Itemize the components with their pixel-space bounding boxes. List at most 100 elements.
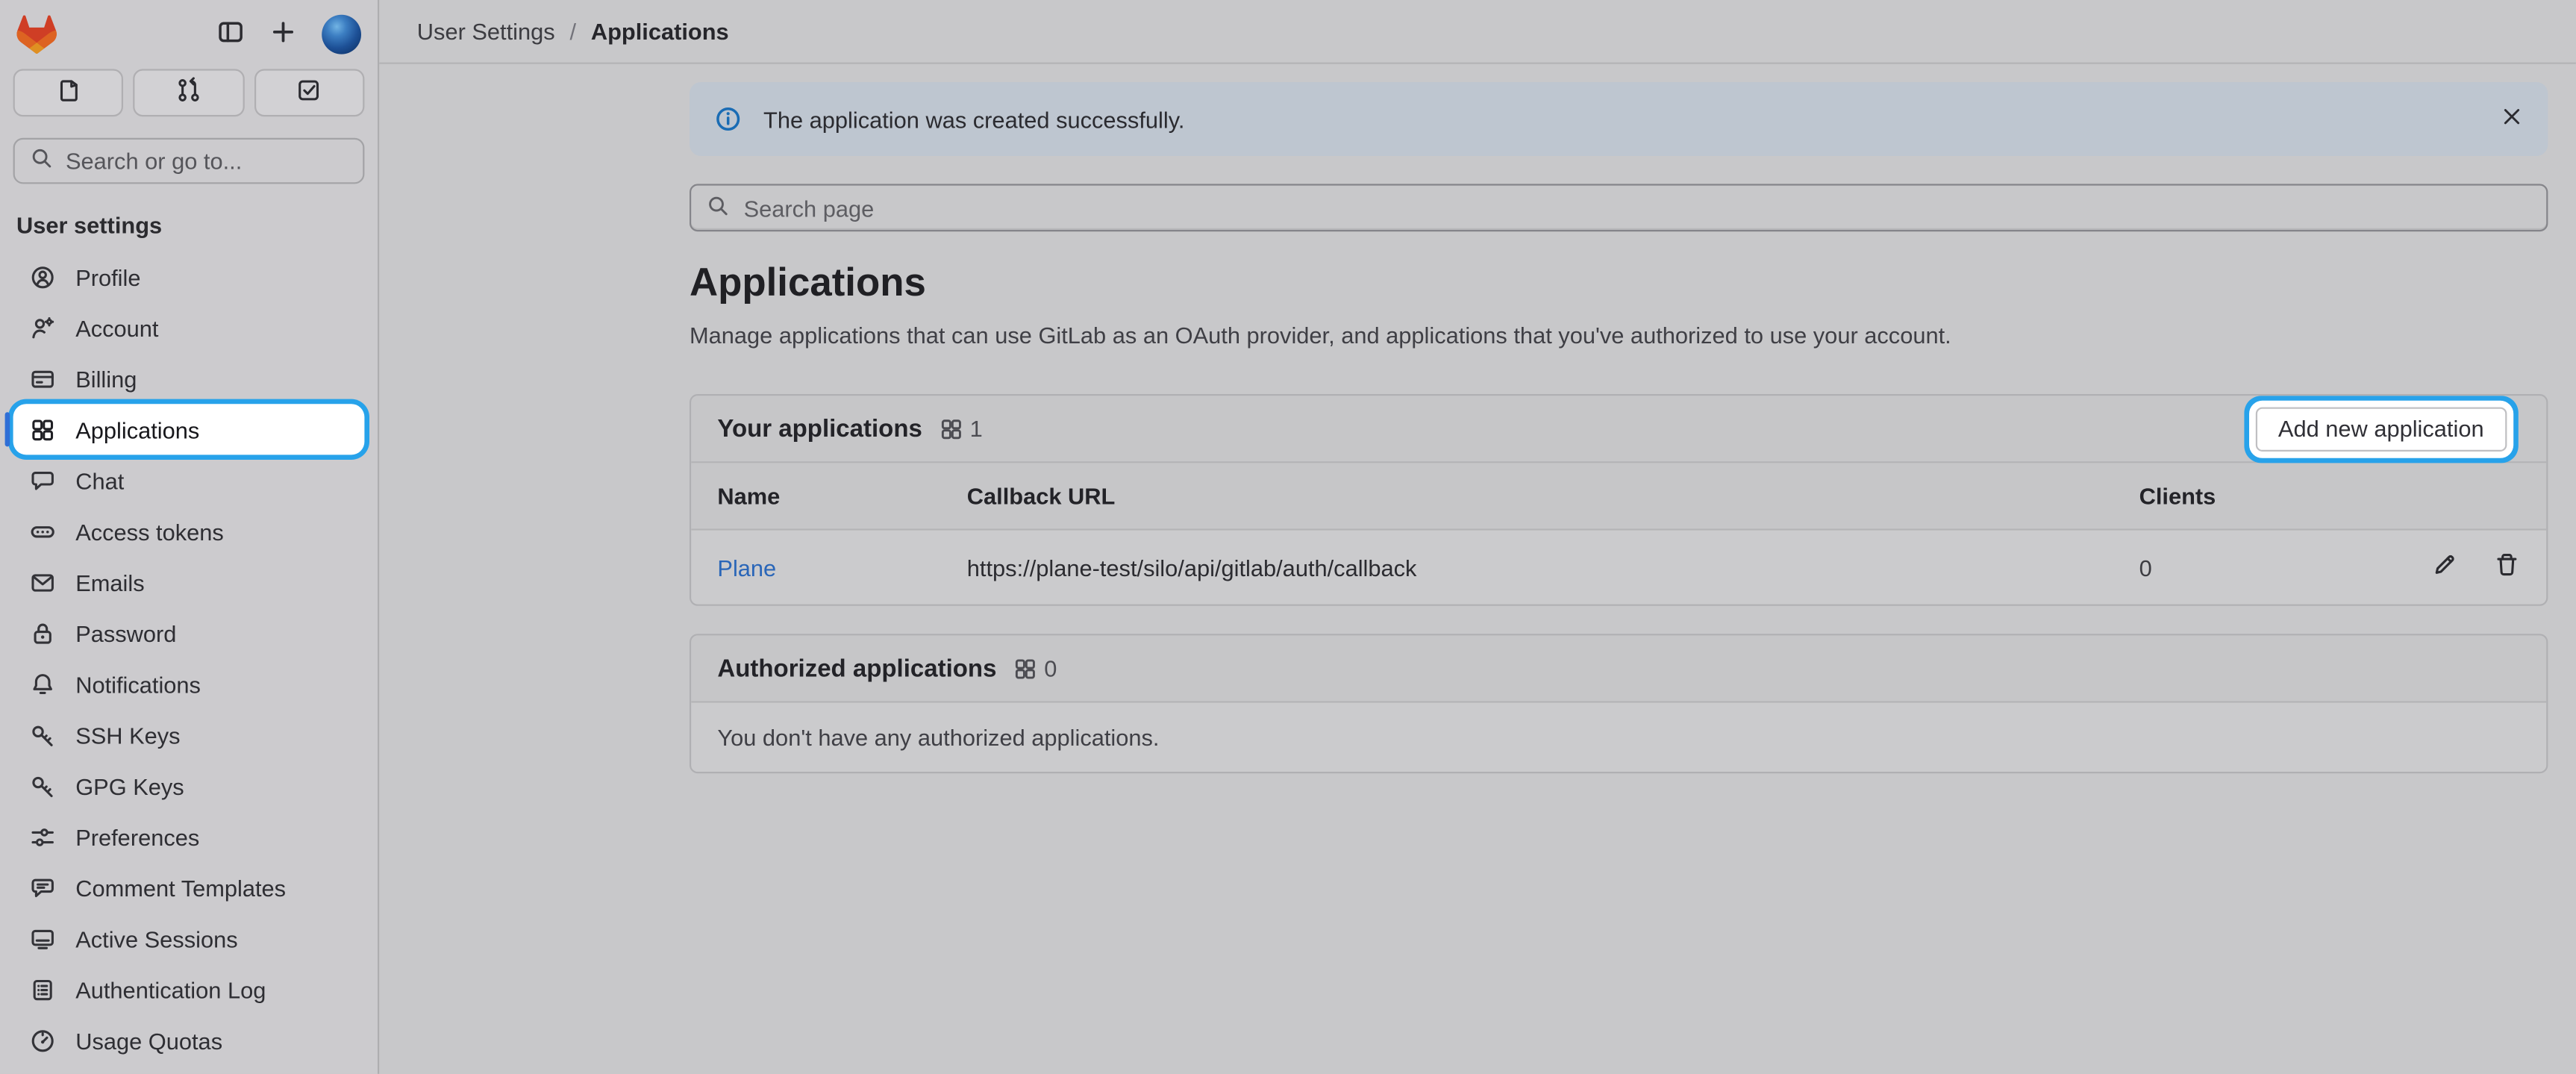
success-alert: The application was created successfully… [690,82,2548,156]
issues-icon [55,77,81,108]
account-icon [30,314,56,340]
authorized-applications-card: Authorized applications 0 You don't have… [690,634,2548,773]
page-search-input[interactable] [744,195,2532,221]
sidebar-item-comment-templates[interactable]: Comment Templates [13,862,365,913]
table-header-row: Name Callback URL Clients [691,463,2546,530]
applications-grid-icon [939,416,963,441]
breadcrumb-separator: / [570,18,577,44]
shortcut-issues-button[interactable] [13,69,124,116]
sidebar-toggle-button[interactable] [216,17,244,50]
alert-message: The application was created successfully… [763,106,1184,132]
info-icon [714,105,742,133]
page-description: Manage applications that can use GitLab … [690,322,2548,348]
page-title: Applications [690,260,2548,309]
gauge-icon [30,1027,56,1053]
add-new-application-button[interactable]: Add new application [2255,407,2507,451]
create-new-button[interactable] [269,17,297,50]
close-icon [2501,105,2524,133]
sidebar-item-label: SSH Keys [75,722,180,748]
page-content: The application was created successfully… [379,64,2576,773]
key-icon [30,722,56,748]
edit-pencil-icon [2431,552,2457,583]
sidebar-item-label: Preferences [75,823,199,849]
sidebar-item-active-sessions[interactable]: Active Sessions [13,913,365,964]
application-name-link[interactable]: Plane [717,555,776,581]
edit-application-button[interactable] [2431,552,2457,583]
search-icon [30,146,54,176]
panel-toggle-icon [216,17,244,50]
todo-icon [296,77,322,108]
global-search[interactable] [13,138,365,184]
user-avatar[interactable] [322,14,361,54]
sidebar-item-ssh-keys[interactable]: SSH Keys [13,709,365,760]
breadcrumb: User Settings / Applications [379,0,2576,64]
sidebar-top-bar [0,0,378,63]
breadcrumb-current: Applications [591,18,729,44]
applications-grid-icon [30,416,56,443]
shortcut-merge-requests-button[interactable] [134,69,244,116]
global-search-input[interactable] [66,148,348,174]
sidebar-item-profile[interactable]: Profile [13,252,365,302]
bell-icon [30,671,56,697]
sidebar-item-notifications[interactable]: Notifications [13,658,365,709]
sidebar-item-label: Access tokens [75,518,224,544]
monitor-icon [30,925,56,952]
sidebar-item-account[interactable]: Account [13,302,365,353]
card-title: Your applications [717,415,922,443]
sliders-icon [30,823,56,849]
column-header-callback-url: Callback URL [967,483,2139,509]
sidebar-item-emails[interactable]: Emails [13,557,365,608]
sidebar-item-label: Comment Templates [75,875,286,901]
user-profile-icon [30,263,56,290]
page-search[interactable] [690,184,2548,231]
token-icon [30,518,56,544]
sidebar-item-authentication-log[interactable]: Authentication Log [13,964,365,1014]
sidebar-nav: Profile Account Billing Applications [0,248,378,1069]
alert-close-button[interactable] [2501,105,2524,133]
merge-request-icon [175,77,201,108]
chat-bubble-icon [30,467,56,493]
sidebar-item-label: Applications [75,416,199,443]
card-title: Authorized applications [717,655,996,682]
callback-url-value: https://plane-test/silo/api/gitlab/auth/… [967,555,2139,581]
sidebar-item-preferences[interactable]: Preferences [13,811,365,862]
sidebar-item-label: GPG Keys [75,772,184,799]
sidebar-item-chat[interactable]: Chat [13,455,365,505]
your-applications-card: Your applications 1 Add new application … [690,394,2548,606]
sidebar-item-label: Usage Quotas [75,1027,222,1053]
email-icon [30,569,56,595]
sidebar-item-applications[interactable]: Applications [13,404,365,455]
sidebar-item-gpg-keys[interactable]: GPG Keys [13,761,365,811]
log-icon [30,976,56,1002]
key-icon [30,772,56,799]
plus-icon [269,17,297,50]
sidebar-item-password[interactable]: Password [13,608,365,658]
main-area: User Settings / Applications The applica… [379,0,2576,1074]
sidebar-item-billing[interactable]: Billing [13,353,365,404]
sidebar-item-label: Billing [75,366,137,392]
delete-application-button[interactable] [2494,552,2520,583]
delete-trash-icon [2494,552,2520,583]
authorized-applications-header: Authorized applications 0 [691,635,2546,702]
sidebar-item-label: Account [75,314,158,340]
sidebar-item-access-tokens[interactable]: Access tokens [13,506,365,557]
sidebar-shortcuts [0,63,378,123]
sidebar-section-title: User settings [0,184,378,248]
page-root: User settings Profile Account Billing [0,0,2576,1074]
shortcut-todos-button[interactable] [254,69,364,116]
count-value: 0 [1044,655,1057,681]
column-header-clients: Clients [2139,483,2432,509]
sidebar-item-usage-quotas[interactable]: Usage Quotas [13,1015,365,1066]
sidebar-item-label: Profile [75,263,140,290]
clients-value: 0 [2139,555,2432,581]
breadcrumb-user-settings[interactable]: User Settings [417,18,555,44]
sidebar: User settings Profile Account Billing [0,0,379,1074]
search-icon [706,193,731,223]
applications-grid-icon [1013,656,1037,681]
lock-icon [30,620,56,646]
your-applications-header: Your applications 1 Add new application [691,396,2546,463]
table-row: Plane https://plane-test/silo/api/gitlab… [691,531,2546,605]
gitlab-logo[interactable] [16,14,57,54]
billing-card-icon [30,366,56,392]
authorized-empty-message: You don't have any authorized applicatio… [691,703,2546,772]
